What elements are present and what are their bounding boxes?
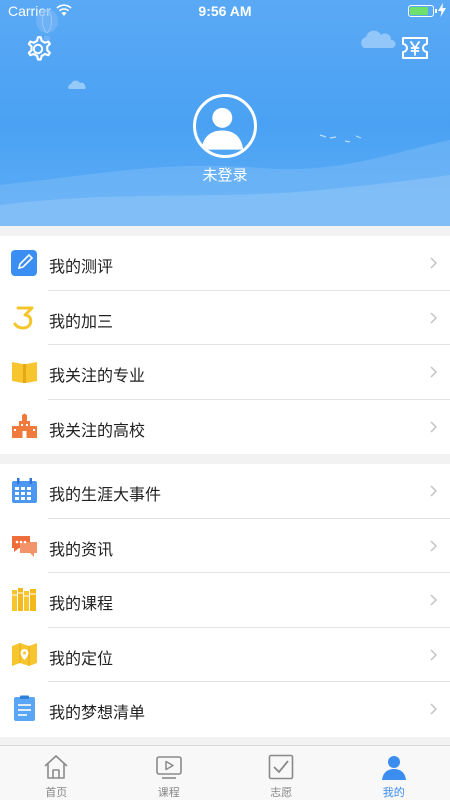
- chevron-right-icon: [430, 594, 438, 606]
- user-avatar-icon: [201, 107, 244, 150]
- chevron-right-icon: [430, 703, 438, 715]
- calendar-icon: [12, 478, 37, 503]
- menu-item-my-assessment[interactable]: 我的测评: [0, 236, 450, 291]
- status-time: 9:56 AM: [198, 3, 252, 19]
- status-bar: Carrier 9:56 AM: [0, 0, 450, 24]
- charging-icon: [438, 3, 446, 17]
- tab-label: 课程: [157, 786, 180, 799]
- chevron-right-icon: [430, 539, 438, 552]
- menu-item-label: 我关注的专业: [49, 366, 146, 385]
- tab-home[interactable]: 首页: [0, 746, 113, 800]
- menu-item-label: 我的课程: [49, 594, 114, 613]
- battery-icon: [408, 5, 437, 17]
- login-status-text[interactable]: 未登录: [0, 164, 450, 185]
- chevron-right-icon: [430, 366, 438, 378]
- tab-mine[interactable]: 我的: [338, 746, 450, 800]
- tab-bar: 首页 课程 志愿 我的: [0, 745, 450, 800]
- books-icon: [12, 588, 36, 611]
- checklist-icon: [14, 695, 35, 721]
- edit-note-icon: [11, 249, 37, 276]
- tab-volunteer[interactable]: 志愿: [225, 746, 338, 800]
- chevron-right-icon: [430, 420, 438, 433]
- cloud-icon: [68, 80, 86, 89]
- menu-item-dream-list[interactable]: 我的梦想清单: [0, 682, 450, 737]
- checkbox-icon: [268, 754, 294, 780]
- user-icon: [381, 756, 406, 780]
- home-icon: [44, 755, 68, 779]
- profile-header: Carrier 9:56 AM 未登录: [0, 0, 450, 226]
- menu-item-label: 我关注的高校: [49, 420, 146, 440]
- menu-item-followed-schools[interactable]: 我关注的高校: [0, 400, 450, 455]
- tab-label: 首页: [45, 786, 68, 799]
- tab-label: 我的: [382, 786, 405, 799]
- menu-item-my-positioning[interactable]: 我的定位: [0, 628, 450, 682]
- menu-group-1: 我的测评 我的加三 我关注的专业 我关注的高校: [0, 236, 450, 454]
- menu-item-followed-majors[interactable]: 我关注的专业: [0, 345, 450, 400]
- menu-item-label: 我的测评: [49, 257, 114, 276]
- menu-item-label: 我的定位: [49, 648, 114, 668]
- chevron-right-icon: [430, 311, 438, 324]
- menu-item-my-plus-three[interactable]: 我的加三: [0, 291, 450, 345]
- tab-label: 志愿: [270, 786, 293, 799]
- avatar[interactable]: [193, 94, 257, 158]
- menu-group-2: 我的生涯大事件 我的资讯 我的课程 我的定位 我的梦想清单: [0, 464, 450, 737]
- chevron-right-icon: [430, 257, 438, 269]
- tab-courses[interactable]: 课程: [113, 746, 226, 800]
- map-pin-icon: [12, 642, 37, 666]
- chevron-right-icon: [430, 485, 438, 497]
- menu-item-my-courses[interactable]: 我的课程: [0, 573, 450, 628]
- menu-item-label: 我的资讯: [49, 539, 114, 559]
- ticket-yen-icon[interactable]: [400, 36, 430, 60]
- gear-icon[interactable]: [22, 33, 54, 65]
- menu-item-label: 我的梦想清单: [49, 703, 146, 722]
- chevron-right-icon: [430, 648, 438, 661]
- school-building-icon: [12, 413, 37, 438]
- menu-item-label: 我的生涯大事件: [49, 485, 162, 504]
- menu-item-label: 我的加三: [49, 311, 114, 331]
- cloud-icon: [361, 30, 396, 48]
- video-play-icon: [155, 756, 182, 779]
- number-three-icon: [13, 306, 34, 329]
- chat-bubble-icon: [12, 535, 37, 557]
- menu-item-my-news[interactable]: 我的资讯: [0, 519, 450, 573]
- menu-item-career-events[interactable]: 我的生涯大事件: [0, 464, 450, 519]
- open-book-icon: [12, 362, 37, 383]
